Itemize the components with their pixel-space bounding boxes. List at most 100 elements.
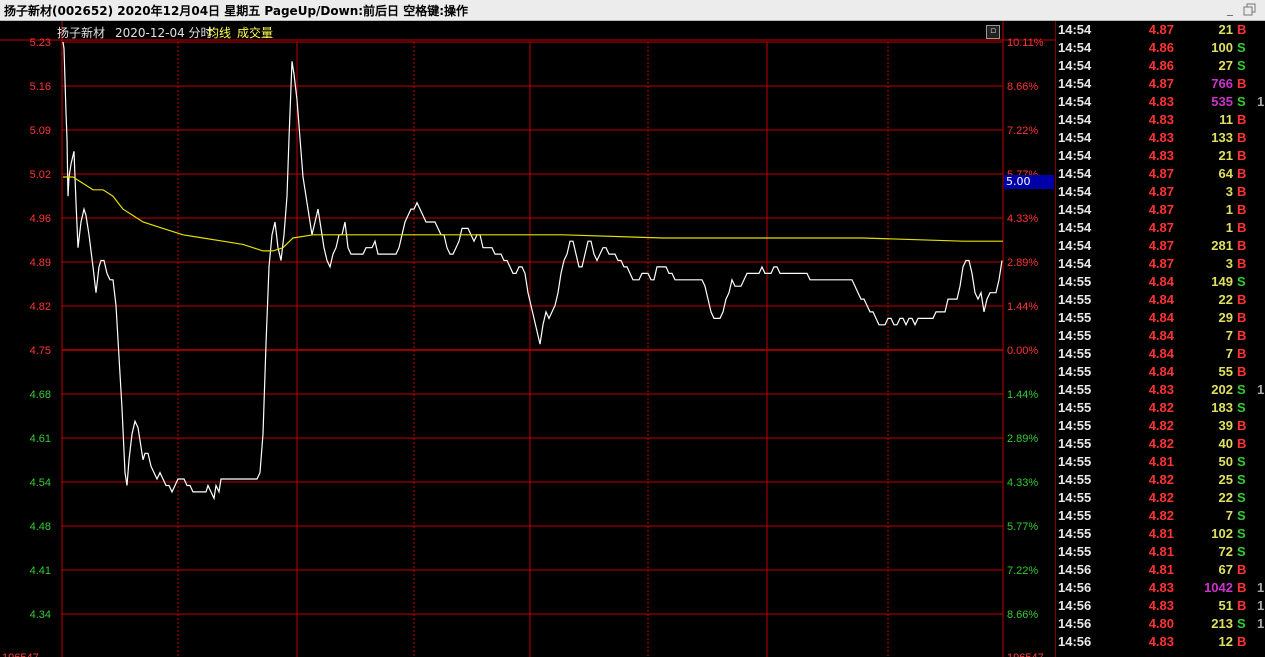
tick-time: 14:55 (1058, 274, 1092, 289)
tick-price: 4.82 (1148, 436, 1174, 451)
tick-side: B (1237, 256, 1247, 271)
tick-side: S (1237, 472, 1246, 487)
tick-time: 14:54 (1058, 202, 1092, 217)
tick-time: 14:55 (1058, 436, 1092, 451)
tick-row: 14:56 4.83 51 B 1 (1056, 597, 1265, 615)
tick-row: 14:54 4.83 21 B (1056, 147, 1265, 165)
price-tick-label: 4.68 (30, 389, 51, 401)
tick-volume: 3 (1225, 184, 1233, 199)
chart-grid (0, 21, 1055, 657)
price-tick-label: 4.54 (30, 477, 51, 489)
restore-icon[interactable] (1242, 2, 1258, 18)
tick-list[interactable]: 14:54 4.87 21 B 14:54 4.86 100 S 14:54 4.86 27 S 14:… (1055, 21, 1265, 657)
tick-price: 4.86 (1148, 58, 1174, 73)
tick-row: 14:55 4.84 22 B (1056, 291, 1265, 309)
tick-volume: 25 (1218, 472, 1233, 487)
tick-volume: 7 (1225, 346, 1233, 361)
tick-volume: 67 (1218, 562, 1233, 577)
price-tick-label: 4.75 (30, 345, 51, 357)
tick-row: 14:55 4.84 55 B (1056, 363, 1265, 381)
tick-time: 14:54 (1058, 148, 1092, 163)
tick-side: B (1237, 130, 1247, 145)
tick-side: S (1237, 544, 1246, 559)
tick-volume: 7 (1225, 328, 1233, 343)
tick-row: 14:54 4.83 535 S 1 (1056, 93, 1265, 111)
percent-tick-label: 0.00% (1007, 345, 1038, 357)
tick-price: 4.87 (1148, 76, 1174, 91)
tick-side: S (1237, 454, 1246, 469)
tick-side: B (1237, 598, 1247, 613)
volume-max-label-right: 196547 (1007, 652, 1044, 657)
cursor-price-box: 5.00 (1004, 175, 1054, 189)
tick-time: 14:55 (1058, 382, 1092, 397)
tick-price: 4.83 (1148, 148, 1174, 163)
chart-date-label: 2020-12-04 分时 (115, 26, 213, 40)
tick-volume: 535 (1211, 94, 1233, 109)
tick-row: 14:54 4.87 64 B (1056, 165, 1265, 183)
tick-volume: 281 (1211, 238, 1233, 253)
intraday-chart[interactable]: 5.23 5.16 5.09 5.02 4.96 4.89 4.82 4.75 4.68 4.61… (0, 21, 1055, 657)
tick-side: B (1237, 220, 1247, 235)
tick-side: B (1237, 112, 1247, 127)
avg-line-label[interactable]: 均线 (207, 24, 231, 41)
tick-price: 4.87 (1148, 238, 1174, 253)
tick-side: B (1237, 292, 1247, 307)
percent-tick-label: 1.44% (1007, 301, 1038, 313)
price-tick-label: 4.96 (30, 213, 51, 225)
tick-price: 4.84 (1148, 292, 1174, 307)
tick-time: 14:54 (1058, 22, 1092, 37)
tick-time: 14:54 (1058, 184, 1092, 199)
tick-row: 14:54 4.87 1 B (1056, 201, 1265, 219)
price-tick-label: 4.41 (30, 565, 51, 577)
tick-row: 14:56 4.83 1042 B 1 (1056, 579, 1265, 597)
tick-volume: 21 (1218, 148, 1233, 163)
percent-tick-label: 4.33% (1007, 213, 1038, 225)
tick-time: 14:54 (1058, 130, 1092, 145)
tick-price: 4.83 (1148, 94, 1174, 109)
price-tick-label: 4.61 (30, 433, 51, 445)
percent-tick-label: 2.89% (1007, 433, 1038, 445)
chart-settings-icon[interactable]: ▫ (986, 25, 1000, 39)
tick-volume: 149 (1211, 274, 1233, 289)
tick-time: 14:54 (1058, 256, 1092, 271)
tick-volume: 50 (1218, 454, 1233, 469)
tick-price: 4.81 (1148, 562, 1174, 577)
tick-volume: 100 (1211, 40, 1233, 55)
tick-time: 14:54 (1058, 58, 1092, 73)
tick-row: 14:55 4.81 50 S (1056, 453, 1265, 471)
tick-volume: 22 (1218, 292, 1233, 307)
tick-side: B (1237, 634, 1247, 649)
tick-time: 14:56 (1058, 634, 1092, 649)
tick-time: 14:55 (1058, 490, 1092, 505)
tick-side: S (1237, 40, 1246, 55)
tick-price: 4.83 (1148, 634, 1174, 649)
tick-flag: 1 (1257, 598, 1265, 613)
tick-time: 14:56 (1058, 598, 1092, 613)
tick-row: 14:56 4.83 12 B (1056, 633, 1265, 651)
tick-side: S (1237, 274, 1246, 289)
tick-price: 4.80 (1148, 616, 1174, 631)
volume-label[interactable]: 成交量 (237, 24, 273, 41)
tick-time: 14:56 (1058, 616, 1092, 631)
tick-volume: 213 (1211, 616, 1233, 631)
percent-axis: 10.11% 8.66% 7.22% 5.77% 4.33% 2.89% 1.44% 0.00… (1007, 37, 1044, 621)
price-line (62, 41, 1003, 501)
tick-volume: 7 (1225, 508, 1233, 523)
tick-side: B (1237, 346, 1247, 361)
minimize-icon[interactable]: _ (1222, 2, 1238, 18)
tick-row: 14:54 4.87 1 B (1056, 219, 1265, 237)
tick-volume: 27 (1218, 58, 1233, 73)
tick-price: 4.87 (1148, 256, 1174, 271)
tick-time: 14:54 (1058, 238, 1092, 253)
tick-side: B (1237, 202, 1247, 217)
tick-row: 14:55 4.82 39 B (1056, 417, 1265, 435)
tick-time: 14:55 (1058, 526, 1092, 541)
stock-name: 扬子新材 (57, 26, 106, 40)
tick-volume: 51 (1218, 598, 1233, 613)
tick-price: 4.83 (1148, 598, 1174, 613)
tick-row: 14:55 4.82 183 S (1056, 399, 1265, 417)
tick-price: 4.87 (1148, 220, 1174, 235)
price-tick-label: 4.48 (30, 521, 51, 533)
tick-price: 4.82 (1148, 418, 1174, 433)
volume-max-label-left: 196547 (2, 652, 39, 657)
